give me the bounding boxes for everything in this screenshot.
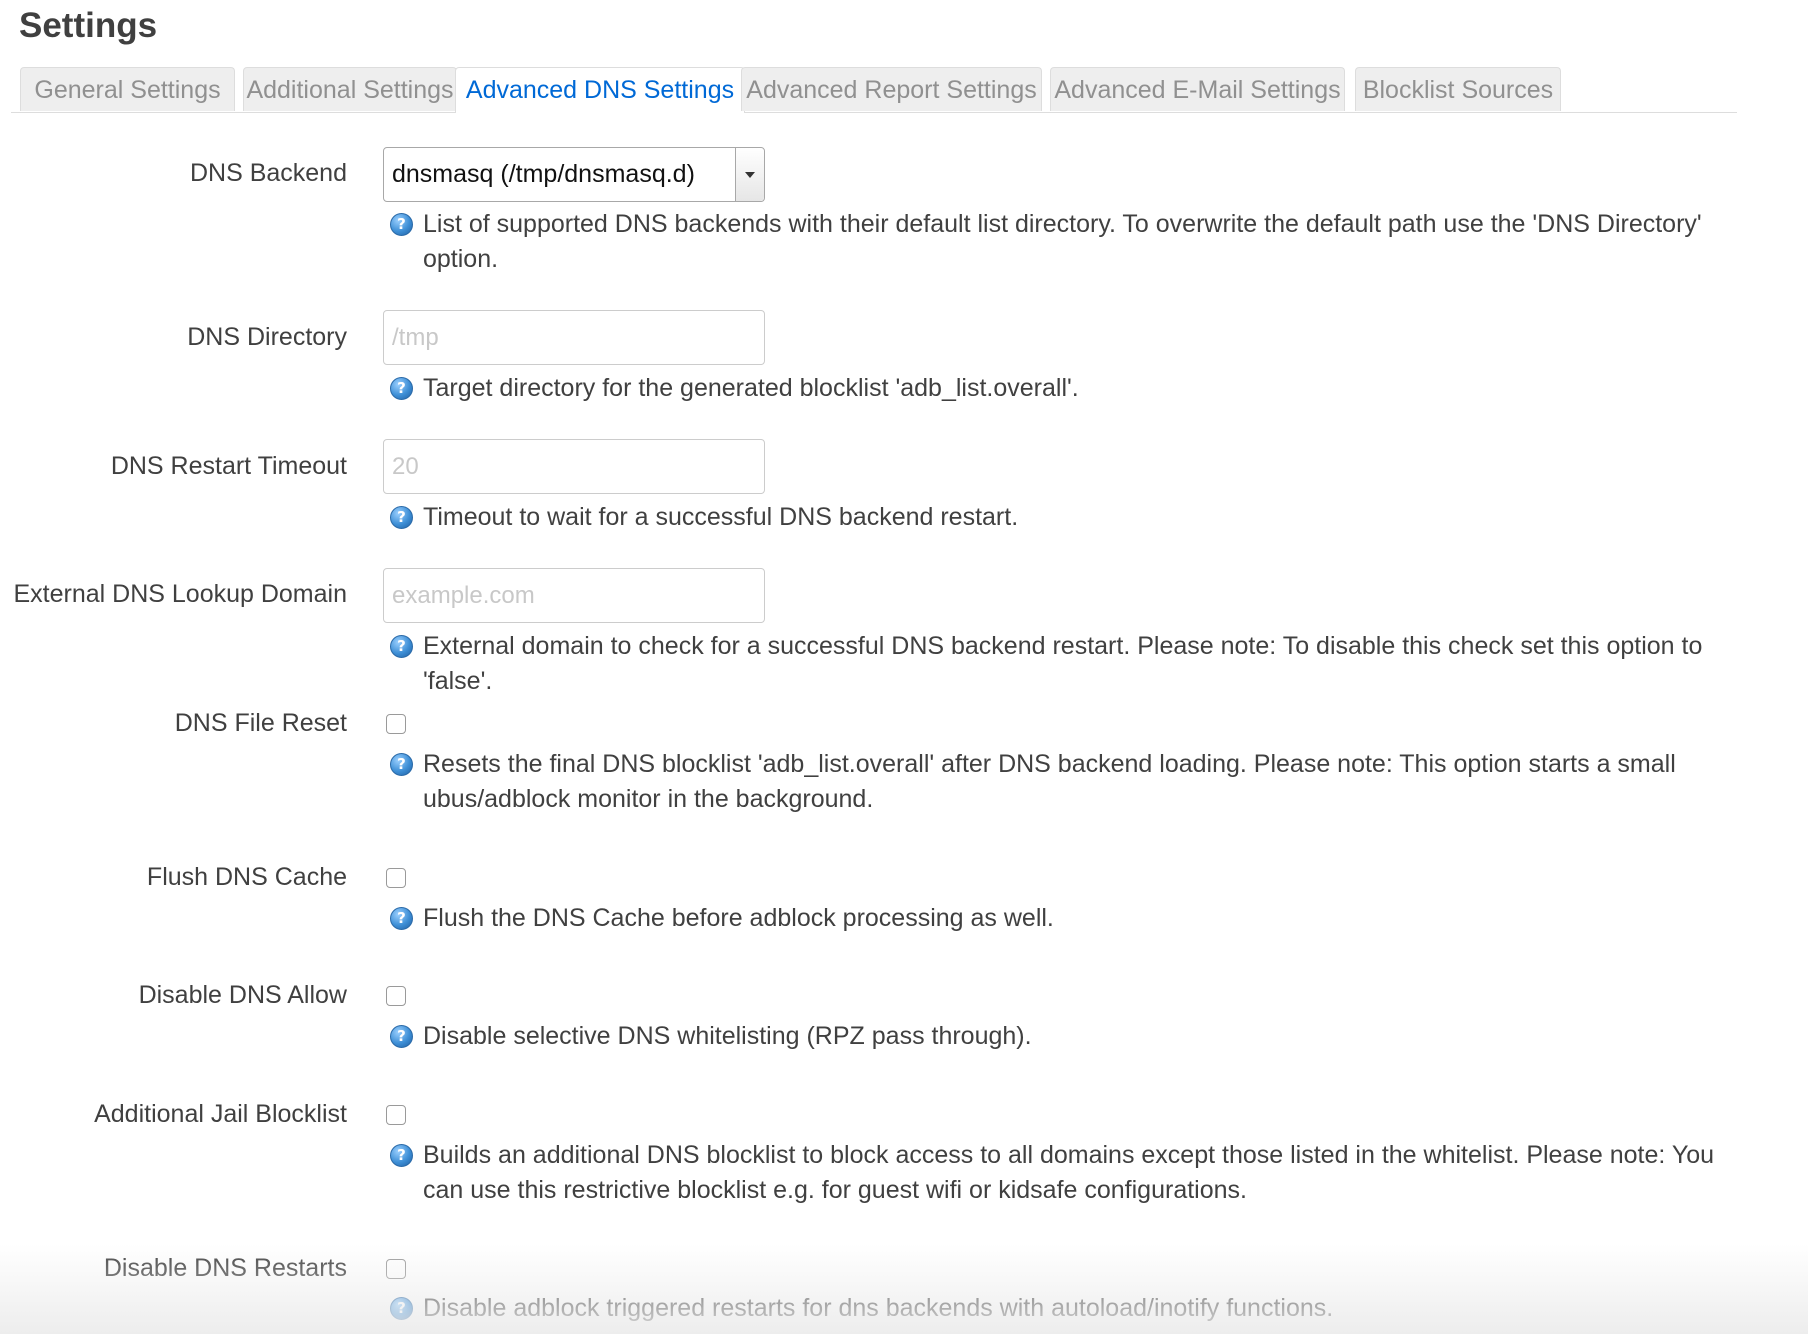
additional-jail-blocklist-help-text: Builds an additional DNS blocklist to bl… [423,1141,1715,1204]
additional-jail-blocklist-help: ? Builds an additional DNS blocklist to … [390,1138,1738,1208]
help-icon: ? [390,907,413,930]
dns-file-reset-label: DNS File Reset [174,709,347,737]
dns-backend-label: DNS Backend [189,159,347,187]
external-dns-lookup-domain-input[interactable] [383,568,765,623]
dns-restart-timeout-input[interactable] [383,439,765,494]
tab-advanced-dns-settings[interactable]: Advanced DNS Settings [455,67,745,113]
dns-directory-help-text: Target directory for the generated block… [423,374,1079,402]
help-icon: ? [390,1144,413,1167]
disable-dns-allow-checkbox[interactable] [386,986,406,1006]
help-icon: ? [390,753,413,776]
help-icon: ? [390,635,413,658]
tab-bar: General Settings Additional Settings Adv… [11,67,1737,113]
additional-jail-blocklist-checkbox[interactable] [386,1105,406,1125]
dns-backend-select[interactable]: dnsmasq (/tmp/dnsmasq.d) [383,147,765,202]
page-title: Settings [19,6,158,45]
dns-restart-timeout-help-text: Timeout to wait for a successful DNS bac… [423,503,1019,531]
tab-additional-settings[interactable]: Additional Settings [243,67,457,111]
dns-backend-help: ? List of supported DNS backends with th… [390,207,1738,277]
tab-advanced-report-settings[interactable]: Advanced Report Settings [741,67,1042,111]
disable-dns-allow-label: Disable DNS Allow [138,981,347,1009]
dns-backend-selected-value: dnsmasq (/tmp/dnsmasq.d) [392,160,695,188]
help-icon: ? [390,377,413,400]
help-icon: ? [390,1025,413,1048]
dropdown-button[interactable] [735,148,764,201]
disable-dns-restarts-help-text: Disable adblock triggered restarts for d… [423,1294,1334,1322]
dns-directory-label: DNS Directory [187,323,347,351]
disable-dns-restarts-help: ? Disable adblock triggered restarts for… [390,1291,1738,1326]
chevron-down-icon [745,172,755,178]
additional-jail-blocklist-label: Additional Jail Blocklist [94,1100,347,1128]
flush-dns-cache-help-text: Flush the DNS Cache before adblock proce… [423,904,1054,932]
dns-directory-help: ? Target directory for the generated blo… [390,371,1738,406]
dns-restart-timeout-help: ? Timeout to wait for a successful DNS b… [390,500,1738,535]
help-icon: ? [390,213,413,236]
disable-dns-allow-help-text: Disable selective DNS whitelisting (RPZ … [423,1022,1032,1050]
flush-dns-cache-checkbox[interactable] [386,868,406,888]
flush-dns-cache-label: Flush DNS Cache [146,863,347,891]
disable-dns-restarts-checkbox[interactable] [386,1259,406,1279]
dns-file-reset-checkbox[interactable] [386,714,406,734]
external-dns-lookup-domain-label: External DNS Lookup Domain [13,580,348,608]
flush-dns-cache-help: ? Flush the DNS Cache before adblock pro… [390,901,1738,936]
tab-blocklist-sources[interactable]: Blocklist Sources [1355,67,1561,111]
help-icon: ? [390,506,413,529]
dns-file-reset-help-text: Resets the final DNS blocklist 'adb_list… [423,750,1676,813]
dns-restart-timeout-label: DNS Restart Timeout [110,452,347,480]
tab-general-settings[interactable]: General Settings [20,67,235,111]
disable-dns-restarts-label: Disable DNS Restarts [103,1254,347,1282]
help-icon: ? [390,1297,413,1320]
external-dns-lookup-domain-help: ? External domain to check for a success… [390,629,1738,699]
dns-backend-help-text: List of supported DNS backends with thei… [423,210,1702,273]
external-dns-lookup-domain-help-text: External domain to check for a successfu… [423,632,1703,695]
dns-directory-input[interactable] [383,310,765,365]
tab-advanced-email-settings[interactable]: Advanced E-Mail Settings [1050,67,1345,111]
disable-dns-allow-help: ? Disable selective DNS whitelisting (RP… [390,1019,1738,1054]
dns-file-reset-help: ? Resets the final DNS blocklist 'adb_li… [390,747,1738,817]
